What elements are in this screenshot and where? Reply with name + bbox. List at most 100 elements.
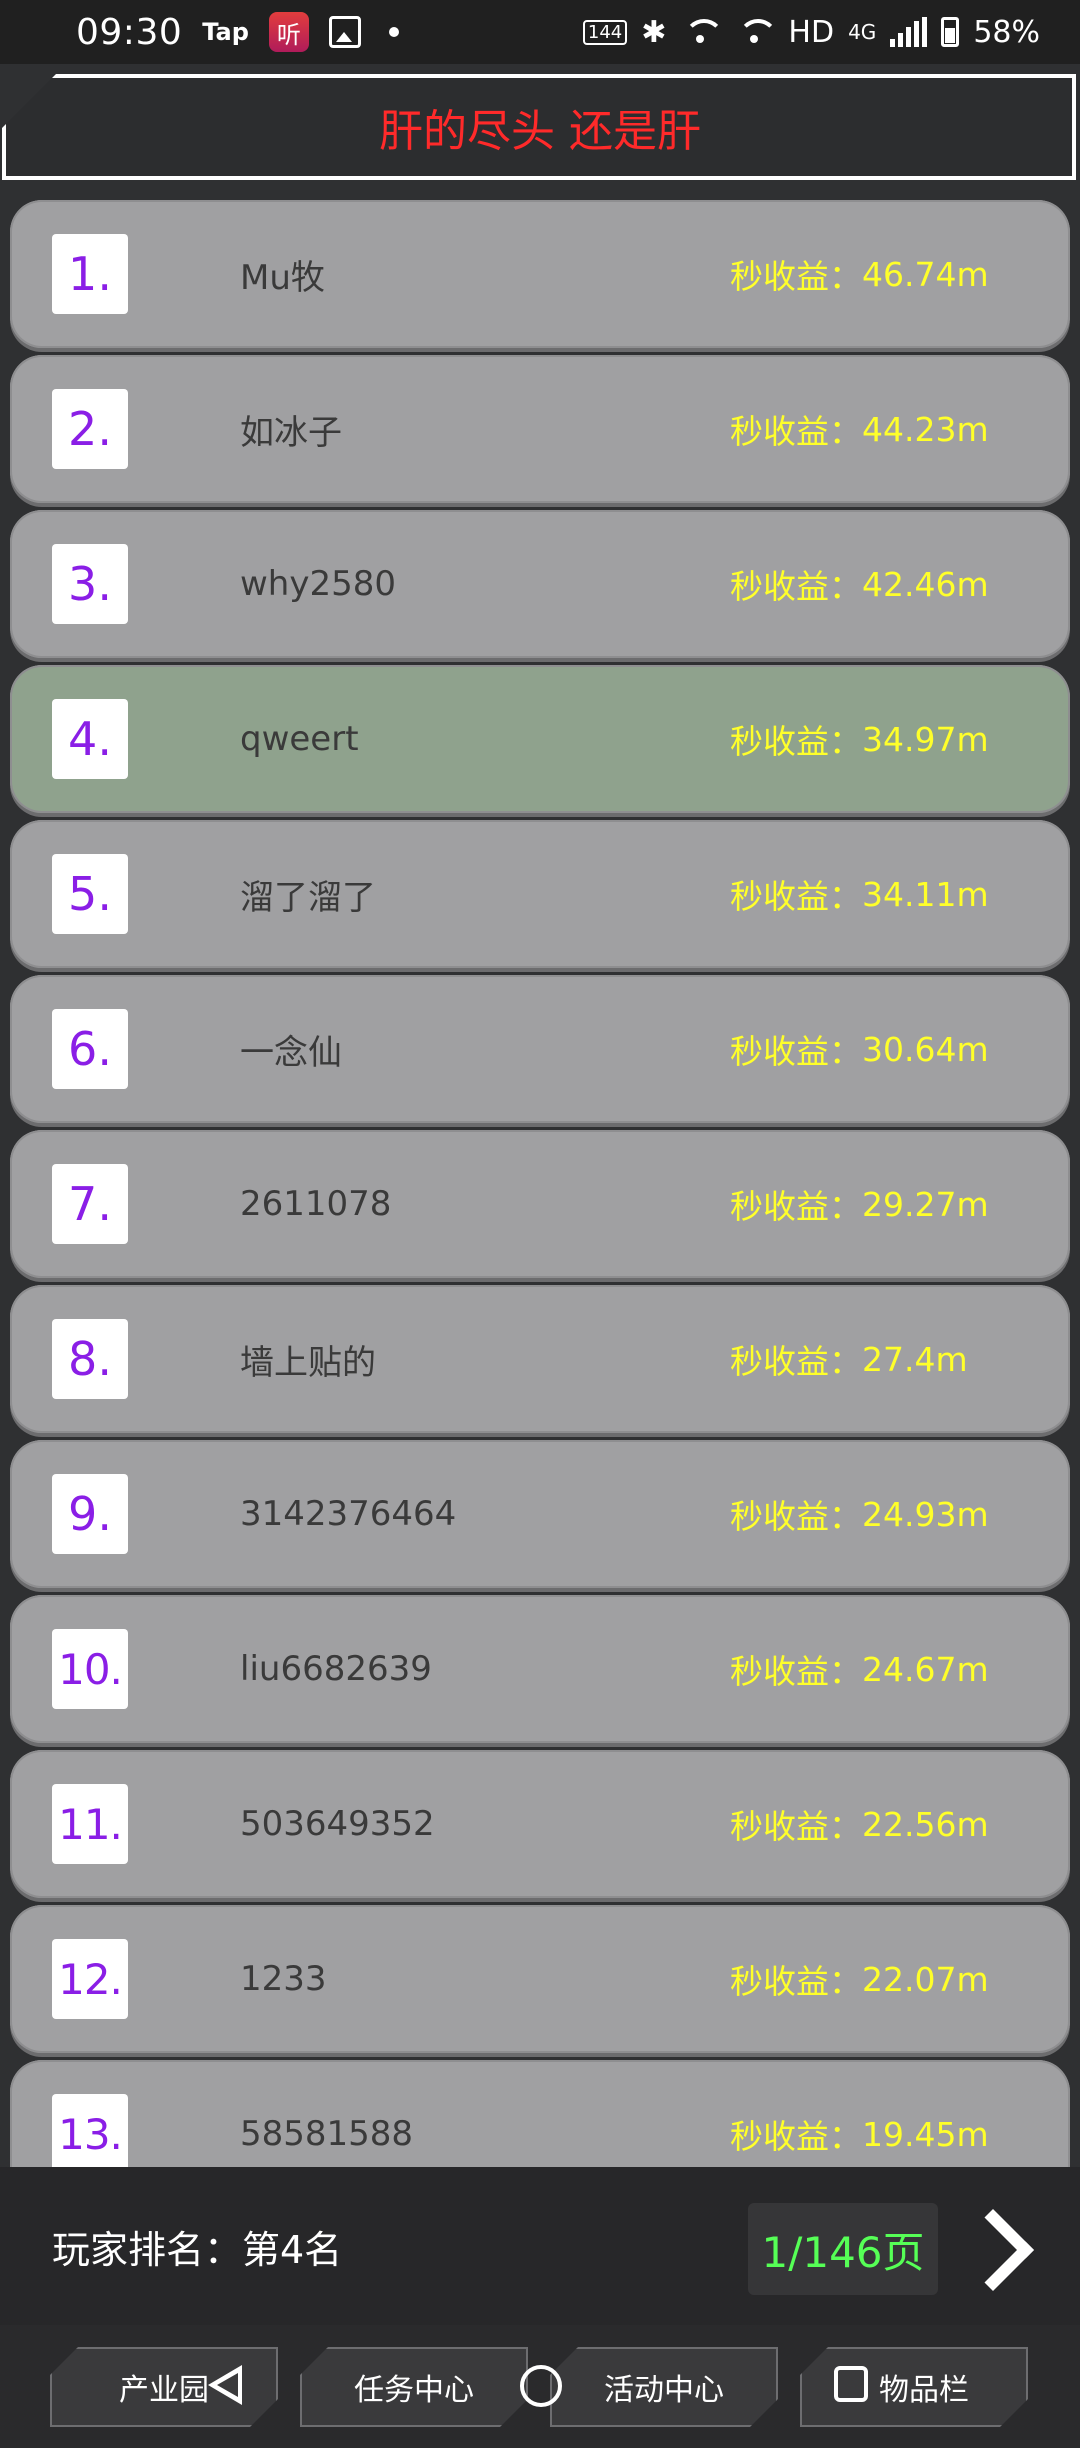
system-home-icon[interactable] [520,2365,562,2407]
leaderboard-row[interactable]: 2. 如冰子 秒收益： 44.23m [10,355,1070,503]
status-left: 09:30 Tap 听 [76,12,399,53]
bluetooth-icon: ✱ [641,14,667,50]
income-prefix: 秒收益： [730,567,862,606]
notification-dot-icon [388,27,399,37]
income-value: 24.93m [862,1494,989,1534]
income-per-second: 秒收益： 22.56m [730,1750,989,1898]
nav-activity-center-button[interactable]: 活动中心 [550,2347,778,2427]
rank-badge: 5. [52,854,128,934]
signal-icon [890,17,928,47]
listen-app-icon: 听 [268,12,309,52]
player-name: Mu牧 [240,257,325,298]
income-prefix: 秒收益： [730,257,862,296]
income-value: 34.11m [862,874,989,914]
income-prefix: 秒收益： [730,1342,862,1381]
income-prefix: 秒收益： [730,722,862,761]
next-page-button[interactable] [950,2207,1030,2291]
leaderboard-row[interactable]: 4. qweert 秒收益： 34.97m [10,665,1070,813]
income-per-second: 秒收益： 27.4m [730,1285,968,1433]
leaderboard-row[interactable]: 12. 1233 秒收益： 22.07m [10,1905,1070,2053]
leaderboard-row[interactable]: 10. liu6682639 秒收益： 24.67m [10,1595,1070,1743]
status-time: 09:30 [76,11,183,53]
income-per-second: 秒收益： 44.23m [730,355,989,503]
income-per-second: 秒收益： 42.46m [730,510,989,658]
nav-task-center-button[interactable]: 任务中心 [300,2347,528,2427]
rank-badge: 7. [52,1164,128,1244]
income-prefix: 秒收益： [730,2117,862,2156]
refresh-rate-icon: 144 [582,19,628,45]
income-per-second: 秒收益： 24.93m [730,1440,989,1588]
rank-badge: 11. [52,1784,128,1864]
player-name: 503649352 [240,1804,435,1844]
income-value: 42.46m [862,564,989,604]
income-prefix: 秒收益： [730,1652,862,1691]
hd-label: HD [788,14,835,50]
income-value: 27.4m [862,1339,968,1379]
tap-app-icon: Tap [202,18,249,46]
player-name: qweert [240,719,359,759]
status-bar: 09:30 Tap 听 144 ✱ HD 4G 58% [0,0,1080,64]
rank-badge: 12. [52,1939,128,2019]
player-name: 2611078 [240,1184,392,1224]
wifi-icon [680,17,725,47]
income-per-second: 秒收益： 30.64m [730,975,989,1123]
rank-badge: 1. [52,234,128,314]
player-name: 1233 [240,1959,327,1999]
income-per-second: 秒收益： 24.67m [730,1595,989,1743]
nav-label: 物品栏 [879,2373,969,2408]
ranking-footer: 玩家排名：第4名 1/146页 [0,2167,1080,2325]
rank-badge: 13. [52,2094,128,2167]
player-name: 58581588 [240,2114,414,2154]
rank-badge: 6. [52,1009,128,1089]
income-value: 19.45m [862,2114,989,2154]
page-title: 肝的尽头 还是肝 [379,106,701,157]
income-per-second: 秒收益： 22.07m [730,1905,989,2053]
player-name: 如冰子 [240,412,342,453]
page-indicator: 1/146页 [748,2203,938,2295]
income-prefix: 秒收益： [730,1497,862,1536]
player-name: 溜了溜了 [240,877,376,918]
system-recents-icon[interactable] [834,2366,868,2402]
income-value: 30.64m [862,1029,989,1069]
leaderboard-row[interactable]: 1. Mu牧 秒收益： 46.74m [10,200,1070,348]
income-prefix: 秒收益： [730,412,862,451]
leaderboard-row[interactable]: 8. 墙上贴的 秒收益： 27.4m [10,1285,1070,1433]
rank-badge: 8. [52,1319,128,1399]
income-per-second: 秒收益： 34.11m [730,820,989,968]
leaderboard-row[interactable]: 13. 58581588 秒收益： 19.45m [10,2060,1070,2167]
player-name: 3142376464 [240,1494,457,1534]
rank-badge: 3. [52,544,128,624]
leaderboard-row[interactable]: 6. 一念仙 秒收益： 30.64m [10,975,1070,1123]
income-value: 46.74m [862,254,989,294]
system-back-icon[interactable] [208,2365,244,2405]
income-prefix: 秒收益： [730,1807,862,1846]
leaderboard-row[interactable]: 11. 503649352 秒收益： 22.56m [10,1750,1070,1898]
nav-label: 活动中心 [604,2373,724,2408]
page-header: 肝的尽头 还是肝 [0,72,1080,182]
rank-badge: 9. [52,1474,128,1554]
income-value: 22.07m [862,1959,989,1999]
income-prefix: 秒收益： [730,877,862,916]
leaderboard-row[interactable]: 5. 溜了溜了 秒收益： 34.11m [10,820,1070,968]
leaderboard-row[interactable]: 3. why2580 秒收益： 42.46m [10,510,1070,658]
network-type-label: 4G [848,20,877,44]
income-prefix: 秒收益： [730,1032,862,1071]
status-right: 144 ✱ HD 4G 58% [582,14,1040,50]
income-value: 34.97m [862,719,989,759]
my-rank-label: 玩家排名：第4名 [52,2227,343,2272]
income-per-second: 秒收益： 29.27m [730,1130,989,1278]
hotspot-icon [734,17,779,47]
income-value: 22.56m [862,1804,989,1844]
player-name: 一念仙 [240,1032,342,1073]
nav-label: 任务中心 [354,2373,474,2408]
leaderboard-row[interactable]: 7. 2611078 秒收益： 29.27m [10,1130,1070,1278]
player-name: 墙上贴的 [240,1342,376,1383]
battery-icon [941,17,960,47]
rank-badge: 10. [52,1629,128,1709]
income-value: 44.23m [862,409,989,449]
income-value: 24.67m [862,1649,989,1689]
leaderboard-list[interactable]: 1. Mu牧 秒收益： 46.74m 2. 如冰子 秒收益： 44.23m 3. why2580 秒… [0,195,1080,2167]
income-per-second: 秒收益： 46.74m [730,200,989,348]
rank-badge: 4. [52,699,128,779]
leaderboard-row[interactable]: 9. 3142376464 秒收益： 24.93m [10,1440,1070,1588]
